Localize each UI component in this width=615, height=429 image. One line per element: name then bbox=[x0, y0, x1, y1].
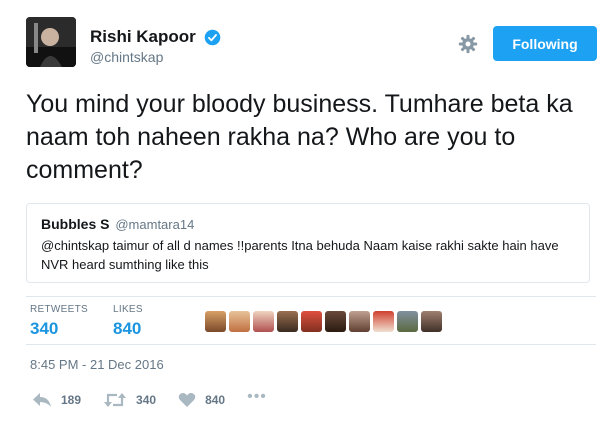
likes-stat[interactable]: LIKES 840 bbox=[113, 304, 143, 339]
liker-avatar[interactable] bbox=[229, 311, 250, 332]
liker-avatar[interactable] bbox=[253, 311, 274, 332]
quoted-author-handle: @mamtara14 bbox=[115, 217, 195, 232]
quoted-author-name: Bubbles S bbox=[41, 216, 110, 232]
liker-avatar[interactable] bbox=[421, 311, 442, 332]
author-avatar[interactable] bbox=[26, 17, 76, 67]
author-info: Rishi Kapoor @chintskap bbox=[90, 27, 221, 65]
tweet-timestamp[interactable]: 8:45 PM - 21 Dec 2016 bbox=[30, 357, 164, 372]
likes-count: 840 bbox=[113, 319, 142, 338]
reply-count: 189 bbox=[61, 393, 82, 407]
liker-avatar[interactable] bbox=[277, 311, 298, 332]
quoted-tweet[interactable]: Bubbles S @mamtara14 @chintskap taimur o… bbox=[26, 203, 590, 283]
retweets-count: 340 bbox=[30, 319, 59, 338]
likes-label: LIKES bbox=[113, 304, 143, 315]
like-button[interactable]: 840 bbox=[178, 392, 225, 408]
reply-icon bbox=[33, 393, 51, 407]
like-count: 840 bbox=[205, 393, 226, 407]
retweets-label: RETWEETS bbox=[30, 304, 88, 315]
liker-avatar[interactable] bbox=[325, 311, 346, 332]
author-name[interactable]: Rishi Kapoor bbox=[90, 27, 196, 47]
quoted-tweet-text: @chintskap taimur of all d names !!paren… bbox=[41, 238, 559, 272]
retweet-button[interactable]: 340 bbox=[103, 392, 156, 408]
retweet-icon bbox=[104, 393, 127, 407]
liker-avatar[interactable] bbox=[205, 311, 226, 332]
liker-avatar[interactable] bbox=[373, 311, 394, 332]
liker-avatar[interactable] bbox=[349, 311, 370, 332]
following-button[interactable]: Following bbox=[493, 26, 597, 61]
verified-badge-icon bbox=[204, 29, 221, 45]
liker-avatar[interactable] bbox=[397, 311, 418, 332]
tweet-actions: 189 340 840 ••• bbox=[32, 388, 267, 408]
retweets-stat[interactable]: RETWEETS 340 bbox=[30, 304, 88, 339]
author-handle[interactable]: @chintskap bbox=[90, 49, 221, 65]
gear-icon[interactable] bbox=[458, 34, 478, 54]
heart-icon bbox=[178, 393, 196, 407]
retweet-count: 340 bbox=[136, 393, 157, 407]
reply-button[interactable]: 189 bbox=[32, 392, 81, 408]
liker-avatars bbox=[205, 311, 442, 332]
divider bbox=[26, 344, 596, 345]
divider bbox=[26, 296, 596, 297]
more-options-icon[interactable]: ••• bbox=[247, 388, 267, 406]
liker-avatar[interactable] bbox=[301, 311, 322, 332]
tweet-text: You mind your bloody business. Tumhare b… bbox=[26, 90, 573, 184]
